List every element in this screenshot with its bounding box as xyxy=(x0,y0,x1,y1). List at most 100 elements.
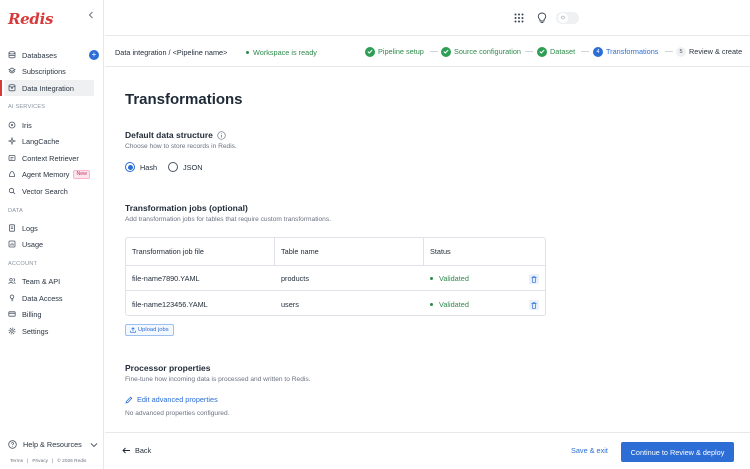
radio-json[interactable]: JSON xyxy=(168,162,202,172)
section-label-data: DATA xyxy=(8,208,23,214)
sidebar-item-context-retriever[interactable]: Context Retriever xyxy=(4,150,94,166)
separator: | xyxy=(52,459,54,464)
data-structure-description: Choose how to store records in Redis. xyxy=(125,143,237,150)
step-source-configuration[interactable]: Source configuration xyxy=(441,46,521,57)
sidebar-item-usage[interactable]: Usage xyxy=(4,236,94,252)
sidebar: Redis Databases + Subscriptions Data Int… xyxy=(0,0,104,469)
sidebar-item-vector-search[interactable]: Vector Search xyxy=(4,183,94,199)
check-icon xyxy=(537,46,547,57)
delete-job-button[interactable] xyxy=(529,300,539,310)
sidebar-item-subscriptions[interactable]: Subscriptions xyxy=(4,63,94,79)
theme-toggle[interactable]: ☼ xyxy=(556,12,579,24)
sidebar-item-label: Billing xyxy=(22,309,42,319)
sidebar-item-label: Context Retriever xyxy=(22,153,79,163)
upload-jobs-button[interactable]: Upload jobs xyxy=(125,324,174,336)
help-icon xyxy=(8,440,17,449)
upload-icon xyxy=(130,327,136,333)
arrow-left-icon xyxy=(122,447,130,454)
sidebar-item-iris[interactable]: Iris xyxy=(4,117,94,133)
step-review-create[interactable]: 5 Review & create xyxy=(676,46,742,57)
billing-icon xyxy=(8,310,16,318)
chevron-left-icon[interactable] xyxy=(88,11,94,22)
memory-icon xyxy=(8,170,16,178)
sidebar-item-billing[interactable]: Billing xyxy=(4,306,94,322)
help-resources-menu[interactable]: Help & Resources xyxy=(8,440,98,449)
status-badge: Validated xyxy=(439,273,469,283)
advanced-properties-note: No advanced properties configured. xyxy=(125,410,230,417)
sidebar-item-label: Logs xyxy=(22,223,38,233)
sidebar-item-data-integration[interactable]: Data Integration xyxy=(4,80,94,96)
job-file-cell: file-name123456.YAML xyxy=(132,300,208,309)
step-number: 4 xyxy=(593,46,603,57)
sidebar-item-langcache[interactable]: LangCache xyxy=(4,133,94,149)
add-database-button[interactable]: + xyxy=(89,50,99,60)
step-label: Pipeline setup xyxy=(378,47,424,56)
copyright: © 2026 Redis xyxy=(57,459,87,464)
step-dataset[interactable]: Dataset xyxy=(537,46,575,57)
column-header-file: Transformation job file xyxy=(132,247,204,256)
transformation-jobs-heading: Transformation jobs (optional) xyxy=(125,203,248,213)
logs-icon xyxy=(8,224,16,232)
data-integration-icon xyxy=(8,84,16,92)
radio-selected-indicator xyxy=(125,162,135,172)
sidebar-item-team-api[interactable]: Team & API xyxy=(4,273,94,289)
pipeline-header: Data integration / <Pipeline name> Works… xyxy=(105,37,750,67)
check-icon xyxy=(365,46,375,57)
sidebar-item-logs[interactable]: Logs xyxy=(4,220,94,236)
lightbulb-icon[interactable] xyxy=(535,11,548,24)
privacy-link[interactable]: Privacy xyxy=(32,459,48,464)
sidebar-item-label: Agent Memory xyxy=(22,169,70,179)
sidebar-item-data-access[interactable]: Data Access xyxy=(4,290,94,306)
breadcrumb: Data integration / <Pipeline name> xyxy=(115,48,228,57)
radio-hash[interactable]: Hash xyxy=(125,162,157,172)
gear-icon xyxy=(8,327,16,335)
step-connector xyxy=(665,51,673,52)
column-header-status: Status xyxy=(430,247,451,256)
radio-label: JSON xyxy=(183,162,203,172)
terms-link[interactable]: Terms xyxy=(10,459,23,464)
separator: | xyxy=(27,459,29,464)
action-bar: Back Save & exit Continue to Review & de… xyxy=(105,432,750,469)
status-cell: Validated xyxy=(430,266,469,290)
table-name-cell: users xyxy=(281,300,299,309)
status-dot xyxy=(430,276,433,280)
step-pipeline-setup[interactable]: Pipeline setup xyxy=(365,46,424,57)
step-transformations[interactable]: 4 Transformations xyxy=(593,46,658,57)
back-button[interactable]: Back xyxy=(122,446,151,455)
trash-icon xyxy=(531,275,537,283)
active-indicator xyxy=(0,80,2,96)
continue-button[interactable]: Continue to Review & deploy xyxy=(621,442,734,462)
sidebar-item-label: Databases xyxy=(22,50,57,60)
sidebar-item-label: Data Integration xyxy=(22,83,74,93)
back-label: Back xyxy=(135,446,152,455)
delete-job-button[interactable] xyxy=(529,274,539,284)
iris-icon xyxy=(8,121,16,129)
section-label-account: ACCOUNT xyxy=(8,261,38,267)
edit-advanced-properties-link[interactable]: Edit advanced properties xyxy=(125,395,218,404)
table-row: file-name7890.YAML products Validated xyxy=(126,266,545,291)
redis-logo[interactable]: Redis xyxy=(8,10,53,28)
page-title: Transformations xyxy=(125,91,243,108)
chevron-down-icon xyxy=(90,442,98,448)
info-icon[interactable] xyxy=(217,130,226,140)
status-dot xyxy=(246,51,249,54)
usage-icon xyxy=(8,240,16,248)
status-badge: Validated xyxy=(439,300,469,309)
new-badge: New xyxy=(73,169,90,179)
sidebar-item-databases[interactable]: Databases xyxy=(4,47,94,63)
processor-properties-heading: Processor properties xyxy=(125,363,211,373)
table-name-cell: products xyxy=(281,273,309,283)
step-label: Source configuration xyxy=(454,47,521,56)
step-label: Review & create xyxy=(689,47,743,56)
sidebar-item-label: Vector Search xyxy=(22,186,68,196)
data-structure-heading-text: Default data structure xyxy=(125,130,213,140)
sidebar-item-label: Team & API xyxy=(22,276,61,286)
workspace-status-label: Workspace is ready xyxy=(253,48,317,57)
apps-grid-icon[interactable] xyxy=(512,11,525,24)
key-icon xyxy=(8,294,16,302)
step-label: Transformations xyxy=(606,47,659,56)
sidebar-item-agent-memory[interactable]: Agent Memory New xyxy=(4,166,94,182)
sidebar-item-settings[interactable]: Settings xyxy=(4,323,94,339)
edit-advanced-properties-label: Edit advanced properties xyxy=(137,395,218,404)
save-exit-button[interactable]: Save & exit xyxy=(571,446,608,455)
